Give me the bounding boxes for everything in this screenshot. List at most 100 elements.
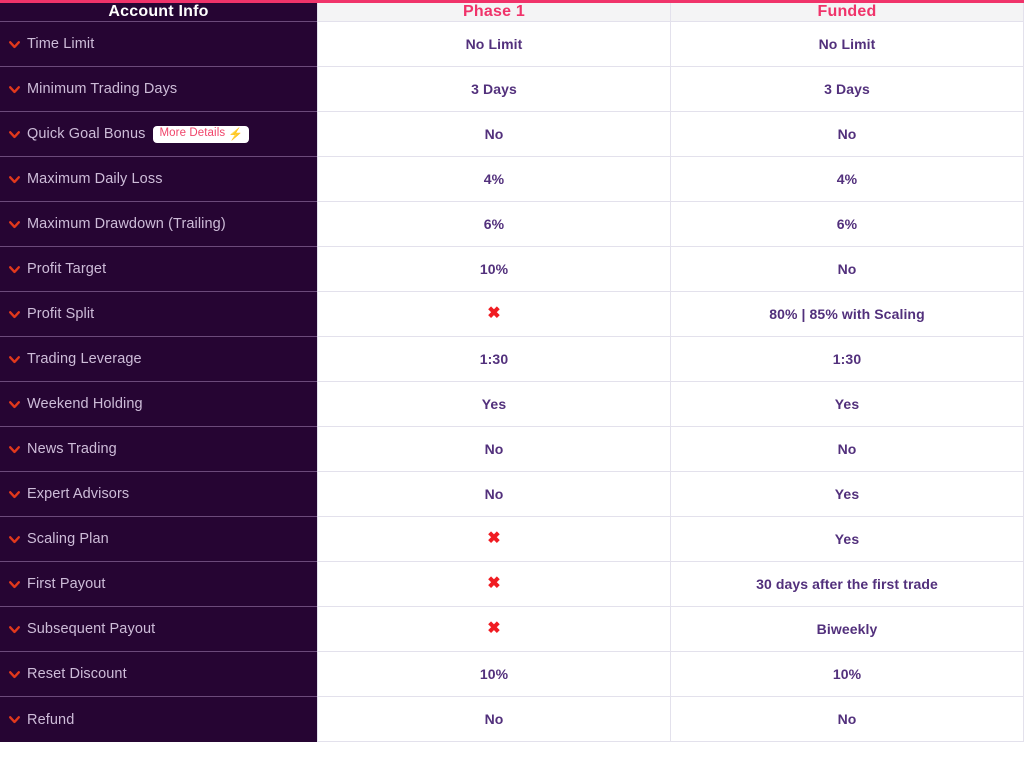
chevron-down-icon[interactable] <box>8 443 21 456</box>
chevron-down-icon[interactable] <box>8 668 21 681</box>
cell-value-text: No <box>484 441 504 457</box>
cell-value-text: No Limit <box>818 36 876 52</box>
row-label-text: Time Limit <box>27 36 95 52</box>
row-label-cell[interactable]: Time Limit <box>0 22 317 67</box>
cell-funded: No <box>671 697 1024 742</box>
cell-funded: No Limit <box>671 22 1024 67</box>
chevron-down-icon[interactable] <box>8 218 21 231</box>
row-label-text: Expert Advisors <box>27 486 130 502</box>
cell-phase-1: ✖ <box>317 292 671 337</box>
table-row: News Trading No No <box>0 427 1024 472</box>
cell-value-text: No <box>837 441 857 457</box>
row-label-cell[interactable]: Reset Discount <box>0 652 317 697</box>
cell-funded: Yes <box>671 382 1024 427</box>
row-label-cell[interactable]: Expert Advisors <box>0 472 317 517</box>
row-label-cell[interactable]: Trading Leverage <box>0 337 317 382</box>
x-mark-icon: ✖ <box>487 575 501 592</box>
cell-funded: No <box>671 247 1024 292</box>
cell-value-text: 3 Days <box>471 81 517 97</box>
row-label-cell[interactable]: Profit Target <box>0 247 317 292</box>
chevron-down-icon[interactable] <box>8 623 21 636</box>
cell-phase-1: ✖ <box>317 607 671 652</box>
row-label-text: Maximum Daily Loss <box>27 171 163 187</box>
cell-phase-1: No <box>317 472 671 517</box>
cell-funded: 80% | 85% with Scaling <box>671 292 1024 337</box>
table-row: Maximum Drawdown (Trailing) 6% 6% <box>0 202 1024 247</box>
chevron-down-icon[interactable] <box>8 578 21 591</box>
cell-value-text: 10% <box>479 261 509 277</box>
row-label-cell[interactable]: Quick Goal Bonus More Details ⚡ <box>0 112 317 157</box>
cell-phase-1: No <box>317 697 671 742</box>
cell-funded: 30 days after the first trade <box>671 562 1024 607</box>
row-label-cell[interactable]: Scaling Plan <box>0 517 317 562</box>
chevron-down-icon[interactable] <box>8 488 21 501</box>
cell-value-text: No <box>837 126 857 142</box>
chevron-down-icon[interactable] <box>8 398 21 411</box>
row-label-cell[interactable]: Maximum Daily Loss <box>0 157 317 202</box>
more-details-label: More Details <box>159 126 226 139</box>
cell-phase-1: 10% <box>317 247 671 292</box>
cell-phase-1: Yes <box>317 382 671 427</box>
cell-funded: 3 Days <box>671 67 1024 112</box>
table-row: Expert Advisors No Yes <box>0 472 1024 517</box>
chevron-down-icon[interactable] <box>8 128 21 141</box>
cell-phase-1: No <box>317 427 671 472</box>
table-header-row: Account Info Phase 1 Funded <box>0 3 1024 22</box>
table-row: Scaling Plan ✖ Yes <box>0 517 1024 562</box>
chevron-down-icon[interactable] <box>8 38 21 51</box>
table-row: Time Limit No Limit No Limit <box>0 22 1024 67</box>
table-row: Weekend Holding Yes Yes <box>0 382 1024 427</box>
cell-funded: 6% <box>671 202 1024 247</box>
chevron-down-icon[interactable] <box>8 263 21 276</box>
row-label-cell[interactable]: Weekend Holding <box>0 382 317 427</box>
row-label-text: Profit Target <box>27 261 107 277</box>
row-label-cell[interactable]: First Payout <box>0 562 317 607</box>
cell-value-text: 10% <box>832 666 862 682</box>
cell-value-text: Yes <box>481 396 507 412</box>
row-label-cell[interactable]: Refund <box>0 697 317 742</box>
cell-value-text: Yes <box>834 486 860 502</box>
cell-funded: 10% <box>671 652 1024 697</box>
cell-value-text: No <box>484 711 504 727</box>
chevron-down-icon[interactable] <box>8 308 21 321</box>
row-label-cell[interactable]: Profit Split <box>0 292 317 337</box>
cell-funded: Biweekly <box>671 607 1024 652</box>
cell-phase-1: ✖ <box>317 562 671 607</box>
chevron-down-icon[interactable] <box>8 353 21 366</box>
row-label-text: Weekend Holding <box>27 396 143 412</box>
row-label-text: Minimum Trading Days <box>27 81 178 97</box>
table-row: First Payout ✖ 30 days after the first tra… <box>0 562 1024 607</box>
cell-value-text: No Limit <box>465 36 523 52</box>
cell-phase-1: 4% <box>317 157 671 202</box>
table-row: Reset Discount 10% 10% <box>0 652 1024 697</box>
x-mark-icon: ✖ <box>487 530 501 547</box>
table-row: Minimum Trading Days 3 Days 3 Days <box>0 67 1024 112</box>
row-label-cell[interactable]: Maximum Drawdown (Trailing) <box>0 202 317 247</box>
more-details-badge[interactable]: More Details ⚡ <box>153 125 250 143</box>
row-label-text: Scaling Plan <box>27 531 109 547</box>
table-body: Time Limit No Limit No Limit Minimum Tradin… <box>0 22 1024 742</box>
table-row: Maximum Daily Loss 4% 4% <box>0 157 1024 202</box>
chevron-down-icon[interactable] <box>8 533 21 546</box>
row-label-text: Reset Discount <box>27 666 127 682</box>
cell-phase-1: 10% <box>317 652 671 697</box>
cell-value-text: Yes <box>834 531 860 547</box>
cell-value-text: Yes <box>834 396 860 412</box>
chevron-down-icon[interactable] <box>8 713 21 726</box>
row-label-cell[interactable]: Subsequent Payout <box>0 607 317 652</box>
header-phase-1-label: Phase 1 <box>463 3 525 20</box>
chevron-down-icon[interactable] <box>8 83 21 96</box>
row-label-cell[interactable]: News Trading <box>0 427 317 472</box>
cell-value-text: 1:30 <box>832 351 862 367</box>
row-label-text: First Payout <box>27 576 106 592</box>
row-label-text: Trading Leverage <box>27 351 142 367</box>
row-label-text: News Trading <box>27 441 117 457</box>
cell-phase-1: ✖ <box>317 517 671 562</box>
row-label-cell[interactable]: Minimum Trading Days <box>0 67 317 112</box>
x-mark-icon: ✖ <box>487 305 501 322</box>
chevron-down-icon[interactable] <box>8 173 21 186</box>
cell-value-text: 10% <box>479 666 509 682</box>
header-account-info-label: Account Info <box>108 3 209 20</box>
row-label-text: Subsequent Payout <box>27 621 156 637</box>
table-row: Refund No No <box>0 697 1024 742</box>
